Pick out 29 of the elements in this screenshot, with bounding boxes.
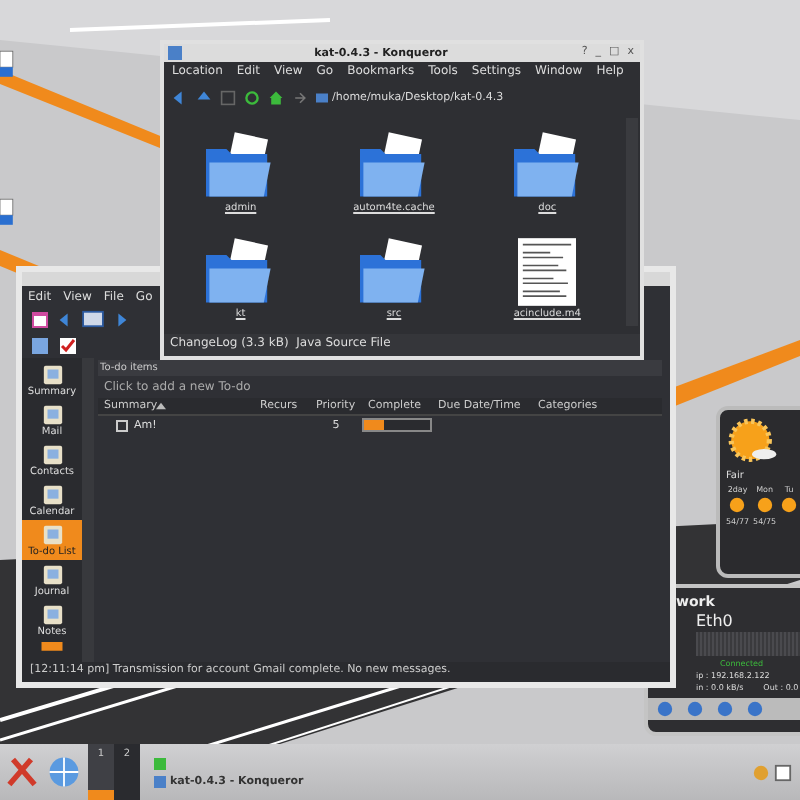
home-icon[interactable] [268, 89, 284, 105]
desktop-icon[interactable] [0, 196, 16, 228]
scrollbar[interactable] [626, 118, 638, 326]
app-icon [41, 444, 63, 466]
interface-name: Eth0 [696, 612, 735, 630]
sun-icon [726, 416, 778, 468]
calendar-icon[interactable] [30, 309, 50, 329]
globe-icon[interactable] [46, 754, 82, 790]
traffic-graph [696, 632, 800, 656]
up-arrow-icon[interactable] [196, 89, 212, 105]
forward-arrow-icon[interactable] [112, 311, 128, 327]
checkmark-icon[interactable] [58, 335, 78, 355]
document-thumbnail[interactable] [518, 238, 577, 306]
tools-icon[interactable] [4, 754, 40, 790]
app-icon [41, 604, 63, 626]
app-icon [41, 364, 63, 386]
app-icon [41, 524, 63, 546]
back-arrow-icon[interactable] [58, 311, 74, 327]
sort-arrow-icon [156, 402, 166, 410]
reload-icon[interactable] [244, 89, 260, 105]
envelope-icon[interactable] [82, 310, 104, 328]
app-icon [41, 404, 63, 426]
desktop-icon[interactable] [0, 48, 16, 80]
arrow-icon[interactable] [292, 89, 308, 105]
app-icon [41, 484, 63, 506]
grid-icon[interactable] [220, 89, 236, 105]
app-icon [41, 564, 63, 586]
back-arrow-icon[interactable] [172, 89, 188, 105]
checkbox[interactable] [116, 419, 128, 431]
